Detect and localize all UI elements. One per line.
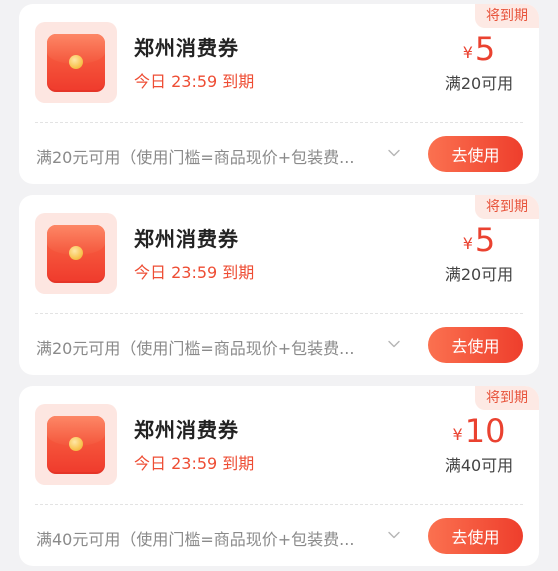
coupon-threshold: 满20可用 — [444, 265, 514, 284]
red-envelope-icon — [47, 416, 105, 474]
expiry-text: 今日 23:59 到期 — [134, 263, 255, 282]
coupon-card[interactable]: 将到期 郑州消费券 今日 23:59 到期 ¥5 满20可用 满20元可用（使用… — [19, 4, 539, 184]
dashed-divider — [35, 504, 523, 505]
red-envelope-icon — [47, 34, 105, 92]
coupon-thumbnail — [35, 22, 117, 103]
chevron-down-icon[interactable] — [387, 528, 401, 542]
coupon-threshold: 满40可用 — [444, 456, 514, 475]
coupon-title: 郑州消费券 — [134, 418, 239, 442]
coupon-thumbnail — [35, 404, 117, 485]
expiring-badge: 将到期 — [475, 195, 539, 219]
dashed-divider — [35, 122, 523, 123]
currency-symbol: ¥ — [452, 425, 463, 444]
expiry-text: 今日 23:59 到期 — [134, 72, 255, 91]
coupon-thumbnail — [35, 213, 117, 294]
coupon-threshold: 满20可用 — [444, 74, 514, 93]
coupon-title: 郑州消费券 — [134, 36, 239, 60]
currency-symbol: ¥ — [462, 43, 473, 62]
red-envelope-icon — [47, 225, 105, 283]
coupon-title: 郑州消费券 — [134, 227, 239, 251]
usage-rule-text[interactable]: 满40元可用（使用门槛=商品现价+包装费... — [36, 526, 376, 550]
usage-rule-text[interactable]: 满20元可用（使用门槛=商品现价+包装费... — [36, 144, 376, 168]
coupon-card[interactable]: 将到期 郑州消费券 今日 23:59 到期 ¥10 满40可用 满40元可用（使… — [19, 386, 539, 566]
coupon-value: ¥5 — [429, 221, 529, 265]
use-coupon-button[interactable]: 去使用 — [428, 136, 523, 172]
coupon-card[interactable]: 将到期 郑州消费券 今日 23:59 到期 ¥5 满20可用 满20元可用（使用… — [19, 195, 539, 375]
coupon-value: ¥10 — [429, 412, 529, 456]
chevron-down-icon[interactable] — [387, 337, 401, 351]
coupon-amount: 5 — [474, 221, 496, 259]
use-coupon-button[interactable]: 去使用 — [428, 518, 523, 554]
coupon-list: 将到期 郑州消费券 今日 23:59 到期 ¥5 满20可用 满20元可用（使用… — [0, 0, 558, 571]
coupon-value: ¥5 — [429, 30, 529, 74]
coupon-amount: 5 — [474, 30, 496, 68]
chevron-down-icon[interactable] — [387, 146, 401, 160]
usage-rule-text[interactable]: 满20元可用（使用门槛=商品现价+包装费... — [36, 335, 376, 359]
currency-symbol: ¥ — [462, 234, 473, 253]
dashed-divider — [35, 313, 523, 314]
expiry-text: 今日 23:59 到期 — [134, 454, 255, 473]
coupon-amount: 10 — [464, 412, 506, 450]
expiring-badge: 将到期 — [475, 386, 539, 410]
use-coupon-button[interactable]: 去使用 — [428, 327, 523, 363]
expiring-badge: 将到期 — [475, 4, 539, 28]
